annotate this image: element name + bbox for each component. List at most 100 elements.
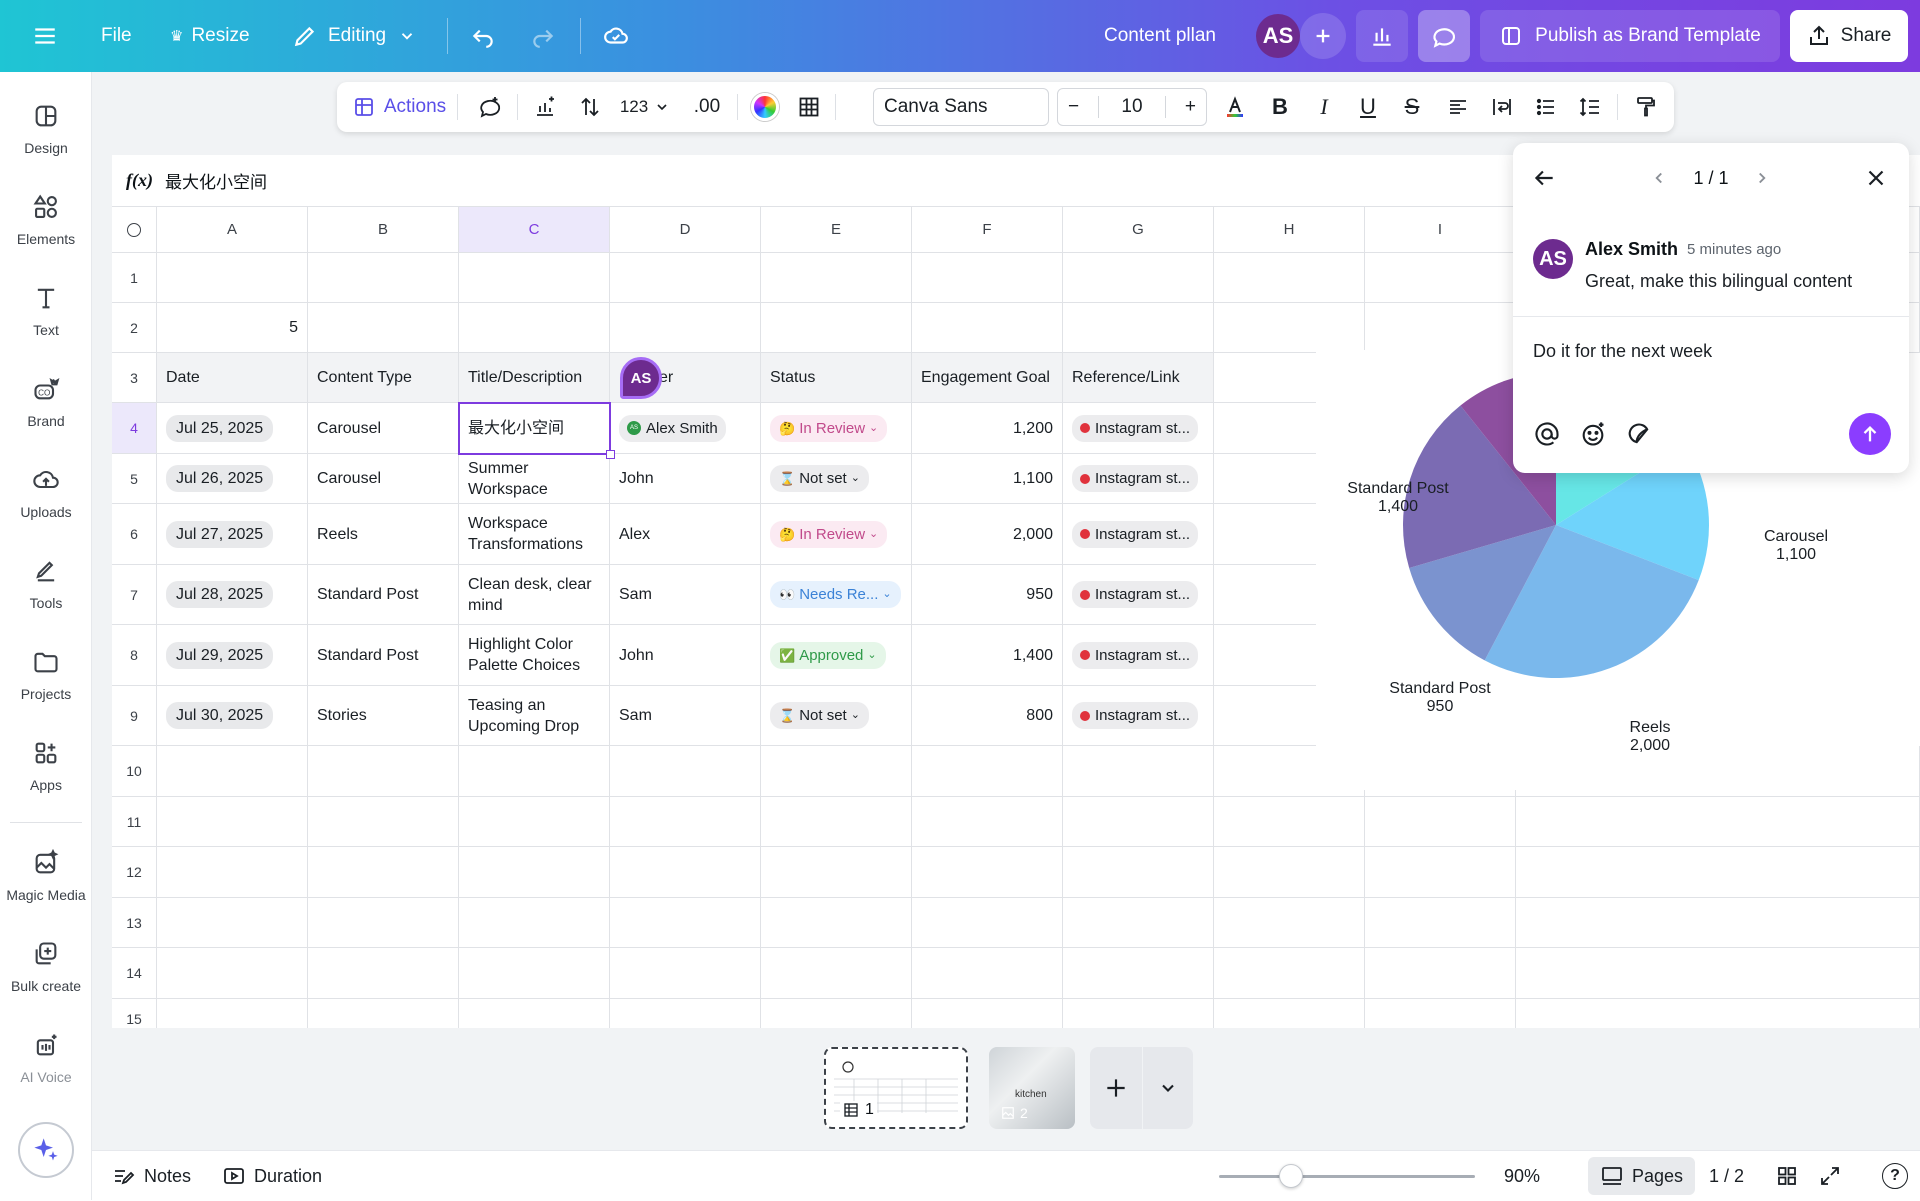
cell-title[interactable]: Summer Workspace: [459, 454, 610, 504]
cell-content-type[interactable]: Reels: [308, 504, 459, 565]
row-header[interactable]: 2: [112, 303, 157, 353]
document-title[interactable]: Content pllan: [1104, 0, 1216, 72]
comments-button[interactable]: [1418, 10, 1470, 62]
grid-cell[interactable]: [912, 948, 1063, 999]
text-color-button[interactable]: [1217, 82, 1253, 132]
bold-button[interactable]: B: [1263, 82, 1297, 132]
grid-cell[interactable]: [459, 746, 610, 797]
spacing-button[interactable]: [1573, 82, 1607, 132]
cell-status[interactable]: 🤔 In Review ⌄: [761, 403, 912, 454]
cell-reference-link[interactable]: Instagram st...: [1063, 625, 1214, 686]
cell-owner[interactable]: Sam: [610, 686, 761, 746]
page-thumbnail-2[interactable]: kitchen 2: [989, 1047, 1075, 1129]
row-header[interactable]: 7: [112, 565, 157, 625]
avatar[interactable]: AS: [1256, 14, 1300, 58]
editing-mode-button[interactable]: Editing: [292, 0, 416, 72]
grid-cell[interactable]: [761, 999, 912, 1028]
grid-cell[interactable]: [610, 303, 761, 353]
grid-cell[interactable]: [308, 746, 459, 797]
cell-owner[interactable]: John: [610, 625, 761, 686]
row-header[interactable]: 11: [112, 797, 157, 847]
list-button[interactable]: [1529, 82, 1563, 132]
grid-cell[interactable]: [1214, 948, 1365, 999]
cell-engagement-goal[interactable]: 1,100: [912, 454, 1063, 504]
grid-cell[interactable]: [1063, 797, 1214, 847]
cell-a2[interactable]: 5: [157, 303, 308, 353]
cell-content-type[interactable]: Stories: [308, 686, 459, 746]
grid-cell[interactable]: [610, 898, 761, 948]
cell-reference-link[interactable]: Instagram st...: [1063, 454, 1214, 504]
formula-input[interactable]: 最大化小空间: [165, 168, 267, 193]
grid-cell[interactable]: [1063, 948, 1214, 999]
grid-view-button[interactable]: [1775, 1151, 1807, 1201]
cell-status[interactable]: 👀 Needs Re... ⌄: [761, 565, 912, 625]
row-header[interactable]: 14: [112, 948, 157, 999]
back-arrow-icon[interactable]: [1531, 165, 1557, 191]
status-badge[interactable]: 🤔 In Review ⌄: [770, 520, 888, 548]
save-status-button[interactable]: [603, 0, 629, 72]
publish-brand-template-button[interactable]: Publish as Brand Template: [1480, 10, 1780, 62]
number-format-dropdown[interactable]: 123: [615, 82, 675, 132]
column-header[interactable]: H: [1214, 207, 1365, 253]
grid-cell[interactable]: [1214, 253, 1365, 303]
sidebar-item-text[interactable]: Text: [0, 284, 92, 338]
header-cell[interactable]: Reference/Link: [1063, 353, 1214, 403]
grid-cell[interactable]: [1214, 898, 1365, 948]
cell-content-type[interactable]: Standard Post: [308, 625, 459, 686]
font-size-value[interactable]: 10: [1098, 96, 1166, 118]
grid-cell[interactable]: [1214, 303, 1365, 353]
cell-engagement-goal[interactable]: 2,000: [912, 504, 1063, 565]
grid-cell[interactable]: [157, 999, 308, 1028]
grid-cell[interactable]: [1214, 847, 1365, 898]
cell-date[interactable]: Jul 26, 2025: [157, 454, 308, 504]
grid-cell[interactable]: [610, 847, 761, 898]
grid-cell[interactable]: [157, 797, 308, 847]
header-cell[interactable]: Title/Description: [459, 353, 610, 403]
column-header[interactable]: B: [308, 207, 459, 253]
grid-cell[interactable]: [1365, 948, 1516, 999]
row-header[interactable]: 3: [112, 353, 157, 403]
status-badge[interactable]: 🤔 In Review ⌄: [770, 414, 888, 442]
resize-button[interactable]: ♛ Resize: [170, 0, 250, 72]
grid-cell[interactable]: [308, 797, 459, 847]
emoji-icon[interactable]: [1579, 420, 1607, 448]
link-chip[interactable]: Instagram st...: [1072, 702, 1199, 729]
cell-date[interactable]: Jul 27, 2025: [157, 504, 308, 565]
grid-cell[interactable]: [1516, 948, 1920, 999]
text-wrap-button[interactable]: [1485, 82, 1519, 132]
row-header[interactable]: 10: [112, 746, 157, 797]
row-header[interactable]: 9: [112, 686, 157, 746]
page-thumbnail-1[interactable]: 1: [824, 1047, 968, 1129]
cell-title[interactable]: Clean desk, clear mind: [459, 565, 610, 625]
grid-cell[interactable]: [761, 948, 912, 999]
share-button[interactable]: Share: [1790, 10, 1908, 62]
column-header[interactable]: G: [1063, 207, 1214, 253]
add-collaborator-button[interactable]: [1300, 13, 1346, 59]
cell-status[interactable]: ✅ Approved ⌄: [761, 625, 912, 686]
grid-cell[interactable]: [1516, 847, 1920, 898]
link-chip[interactable]: Instagram st...: [1072, 414, 1199, 442]
grid-cell[interactable]: [1063, 253, 1214, 303]
grid-cell[interactable]: [1063, 303, 1214, 353]
cell-date[interactable]: Jul 30, 2025: [157, 686, 308, 746]
grid-cell[interactable]: [1063, 847, 1214, 898]
column-header-selected[interactable]: C: [459, 207, 610, 253]
cell-content-type[interactable]: Carousel: [308, 403, 459, 454]
cell-content-type[interactable]: Standard Post: [308, 565, 459, 625]
column-header[interactable]: I: [1365, 207, 1516, 253]
column-header[interactable]: F: [912, 207, 1063, 253]
actions-button[interactable]: Actions: [349, 82, 449, 132]
sort-button[interactable]: [573, 82, 607, 132]
grid-cell[interactable]: [459, 847, 610, 898]
underline-button[interactable]: U: [1351, 82, 1385, 132]
cell-status[interactable]: ⌛ Not set ⌄: [761, 454, 912, 504]
row-header[interactable]: 12: [112, 847, 157, 898]
reply-input[interactable]: Do it for the next week: [1533, 341, 1712, 362]
selection-fill-handle[interactable]: [606, 450, 615, 459]
grid-cell[interactable]: [610, 253, 761, 303]
header-cell[interactable]: Engagement Goal: [912, 353, 1063, 403]
fullscreen-button[interactable]: [1818, 1151, 1850, 1201]
grid-cell[interactable]: [1365, 999, 1516, 1028]
grid-cell[interactable]: [1214, 797, 1365, 847]
grid-cell[interactable]: [459, 303, 610, 353]
